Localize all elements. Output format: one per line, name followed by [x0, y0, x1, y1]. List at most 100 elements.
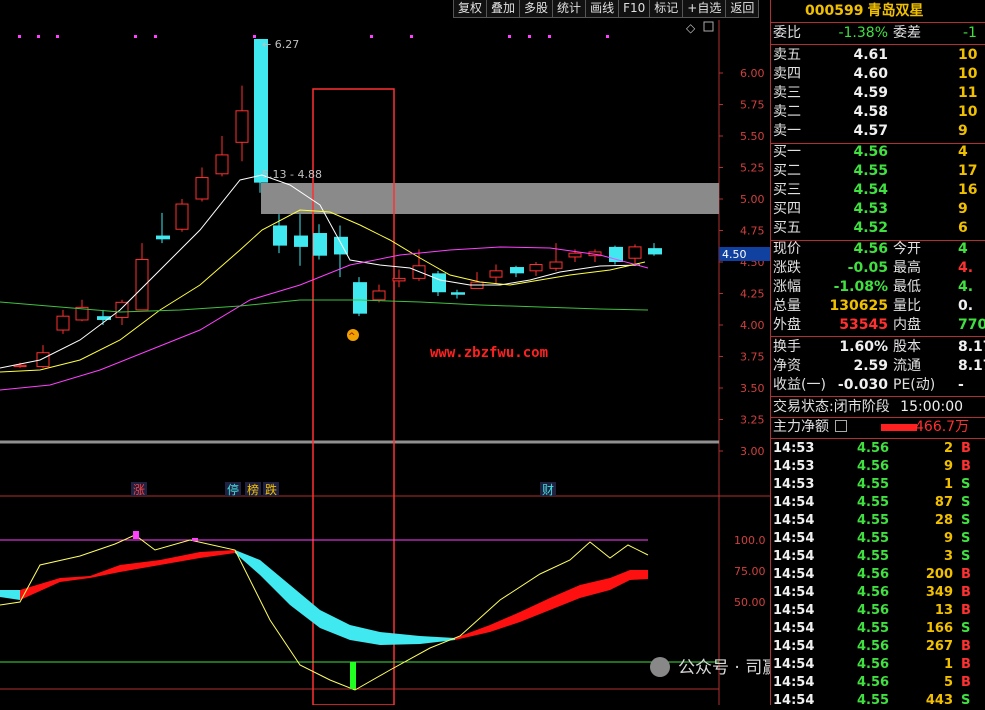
wechat-icon	[650, 657, 670, 677]
price-axis-label: 4.00	[740, 319, 765, 332]
tick-price: 4.55	[857, 531, 890, 546]
bid-price: 4.52	[853, 220, 888, 236]
tick-volume: 9	[943, 459, 953, 474]
tick-time: 14:54	[773, 495, 815, 510]
tick-time: 14:54	[773, 549, 815, 564]
tick-direction: B	[961, 441, 971, 456]
menu-icon[interactable]	[835, 420, 848, 432]
tick-volume: 87	[934, 495, 953, 510]
ask-price: 4.61	[853, 47, 888, 63]
candle-body	[175, 203, 189, 230]
event-mark: 财	[542, 483, 554, 497]
tick-direction: S	[961, 621, 971, 636]
indicator-axis-label: 75.00	[734, 565, 766, 578]
marker-dot	[370, 35, 373, 38]
tick-volume: 267	[925, 639, 953, 654]
indicator-axis-label: 100.0	[734, 534, 766, 547]
stock-title[interactable]: 000599 青岛双星	[771, 0, 985, 22]
toolbar-button-back[interactable]: 返回	[725, 0, 760, 18]
toolbar-button-statistics[interactable]: 统计	[552, 0, 587, 18]
kline-chart[interactable]: 6.00 5.75 5.50 5.25 5.00 4.75 4.50 4.25 4.00 3.75…	[0, 0, 770, 705]
toolbar-button-multi-stock[interactable]: 多股	[519, 0, 554, 18]
bid-label: 买二	[773, 163, 801, 179]
stat-row: 收益(一) -0.030 PE(动) -	[773, 376, 964, 395]
tick-time: 14:54	[773, 603, 815, 618]
tick-price: 4.56	[857, 675, 890, 690]
candle-body	[13, 364, 27, 368]
marker-dot	[134, 35, 137, 38]
tick-direction: B	[961, 567, 971, 582]
tick-direction: S	[961, 477, 971, 492]
candle-body	[568, 252, 582, 258]
candle-body	[432, 273, 446, 293]
tick-row: 14:54 4.56 267 B	[773, 638, 983, 656]
candle-body	[353, 282, 367, 314]
candle-body	[115, 301, 129, 318]
stat-label: 最低	[893, 279, 921, 295]
toolbar-button-f10[interactable]: F10	[618, 0, 651, 18]
bid-price: 4.56	[853, 144, 888, 160]
toolbar-button-overlay[interactable]: 叠加	[486, 0, 521, 18]
indicator-peak-mark	[192, 538, 198, 541]
candle-body	[372, 290, 386, 301]
tick-time: 14:54	[773, 657, 815, 672]
marker-dot	[154, 35, 157, 38]
kline-chart-area[interactable]: 6.00 5.75 5.50 5.25 5.00 4.75 4.50 4.25 4.00 3.75…	[0, 0, 770, 705]
tick-price: 4.55	[857, 495, 890, 510]
marker-dot	[253, 35, 256, 38]
indicator-ribbon-cyan-start	[0, 590, 20, 600]
stat-row: 现价 4.56 今开 4	[773, 240, 968, 259]
resistance-band	[261, 183, 719, 214]
tick-row: 14:54 4.56 349 B	[773, 584, 983, 602]
ma60-line	[0, 299, 649, 313]
stat-label: 量比	[893, 298, 921, 314]
stat-label: 总量	[773, 298, 801, 314]
tick-price: 4.56	[857, 441, 890, 456]
tick-price: 4.55	[857, 621, 890, 636]
stat-row: 外盘 53545 内盘 770	[773, 316, 985, 335]
candle-body	[56, 315, 70, 331]
stat-value: 770	[958, 317, 985, 333]
tick-volume: 9	[943, 531, 953, 546]
price-axis-label: 3.00	[740, 445, 765, 458]
bid-volume: 6	[958, 220, 968, 236]
bid-price: 4.53	[853, 201, 888, 217]
main-net-bar	[881, 424, 917, 431]
quote-panel: 000599 青岛双星 委比 -1.38% 委差 -1 卖五 4.61 10 卖四 4.6…	[770, 0, 985, 708]
tick-row: 14:53 4.55 1 S	[773, 476, 983, 494]
ask-price: 4.57	[853, 123, 888, 139]
tick-price: 4.56	[857, 585, 890, 600]
candle-body	[156, 235, 170, 240]
stat-label: 最高	[893, 260, 921, 276]
main-net-value: 466.7万	[915, 419, 970, 435]
toolbar-button-fuquan[interactable]: 复权	[453, 0, 488, 18]
price-axis-label: 5.00	[740, 193, 765, 206]
toolbar-button-add-watchlist[interactable]: +自选	[682, 0, 727, 18]
tick-price: 4.55	[857, 549, 890, 564]
stat-label: 换手	[773, 339, 801, 355]
tick-time: 14:54	[773, 693, 815, 708]
buy-signal-glyph: ^	[348, 332, 356, 342]
stat-value: 4	[958, 241, 968, 257]
ask-label: 卖二	[773, 104, 801, 120]
stat-value: 8.17	[958, 339, 985, 355]
ask-label: 卖五	[773, 47, 801, 63]
high-price-label: ← 6.27	[262, 38, 299, 51]
candle-body	[628, 246, 642, 259]
bid-row: 买三 4.54 16	[773, 181, 977, 200]
tick-price: 4.55	[857, 477, 890, 492]
toolbar-button-mark[interactable]: 标记	[649, 0, 684, 18]
stat-value: -	[958, 377, 964, 393]
stat-row: 净资 2.59 流通 8.17	[773, 357, 985, 376]
price-axis-label: 5.50	[740, 130, 765, 143]
stat-value: -0.030	[837, 377, 888, 393]
current-price-tag-label: 4.50	[722, 248, 747, 261]
toolbar-button-draw-line[interactable]: 画线	[585, 0, 620, 18]
bid-row: 买二 4.55 17	[773, 162, 977, 181]
trade-status-row: 交易状态:闭市阶段 15:00:00	[773, 398, 963, 417]
price-axis-label: 3.50	[740, 382, 765, 395]
marker-dot	[548, 35, 551, 38]
ask-price: 4.58	[853, 104, 888, 120]
tick-volume: 5	[943, 675, 953, 690]
ask-price: 4.60	[853, 66, 888, 82]
